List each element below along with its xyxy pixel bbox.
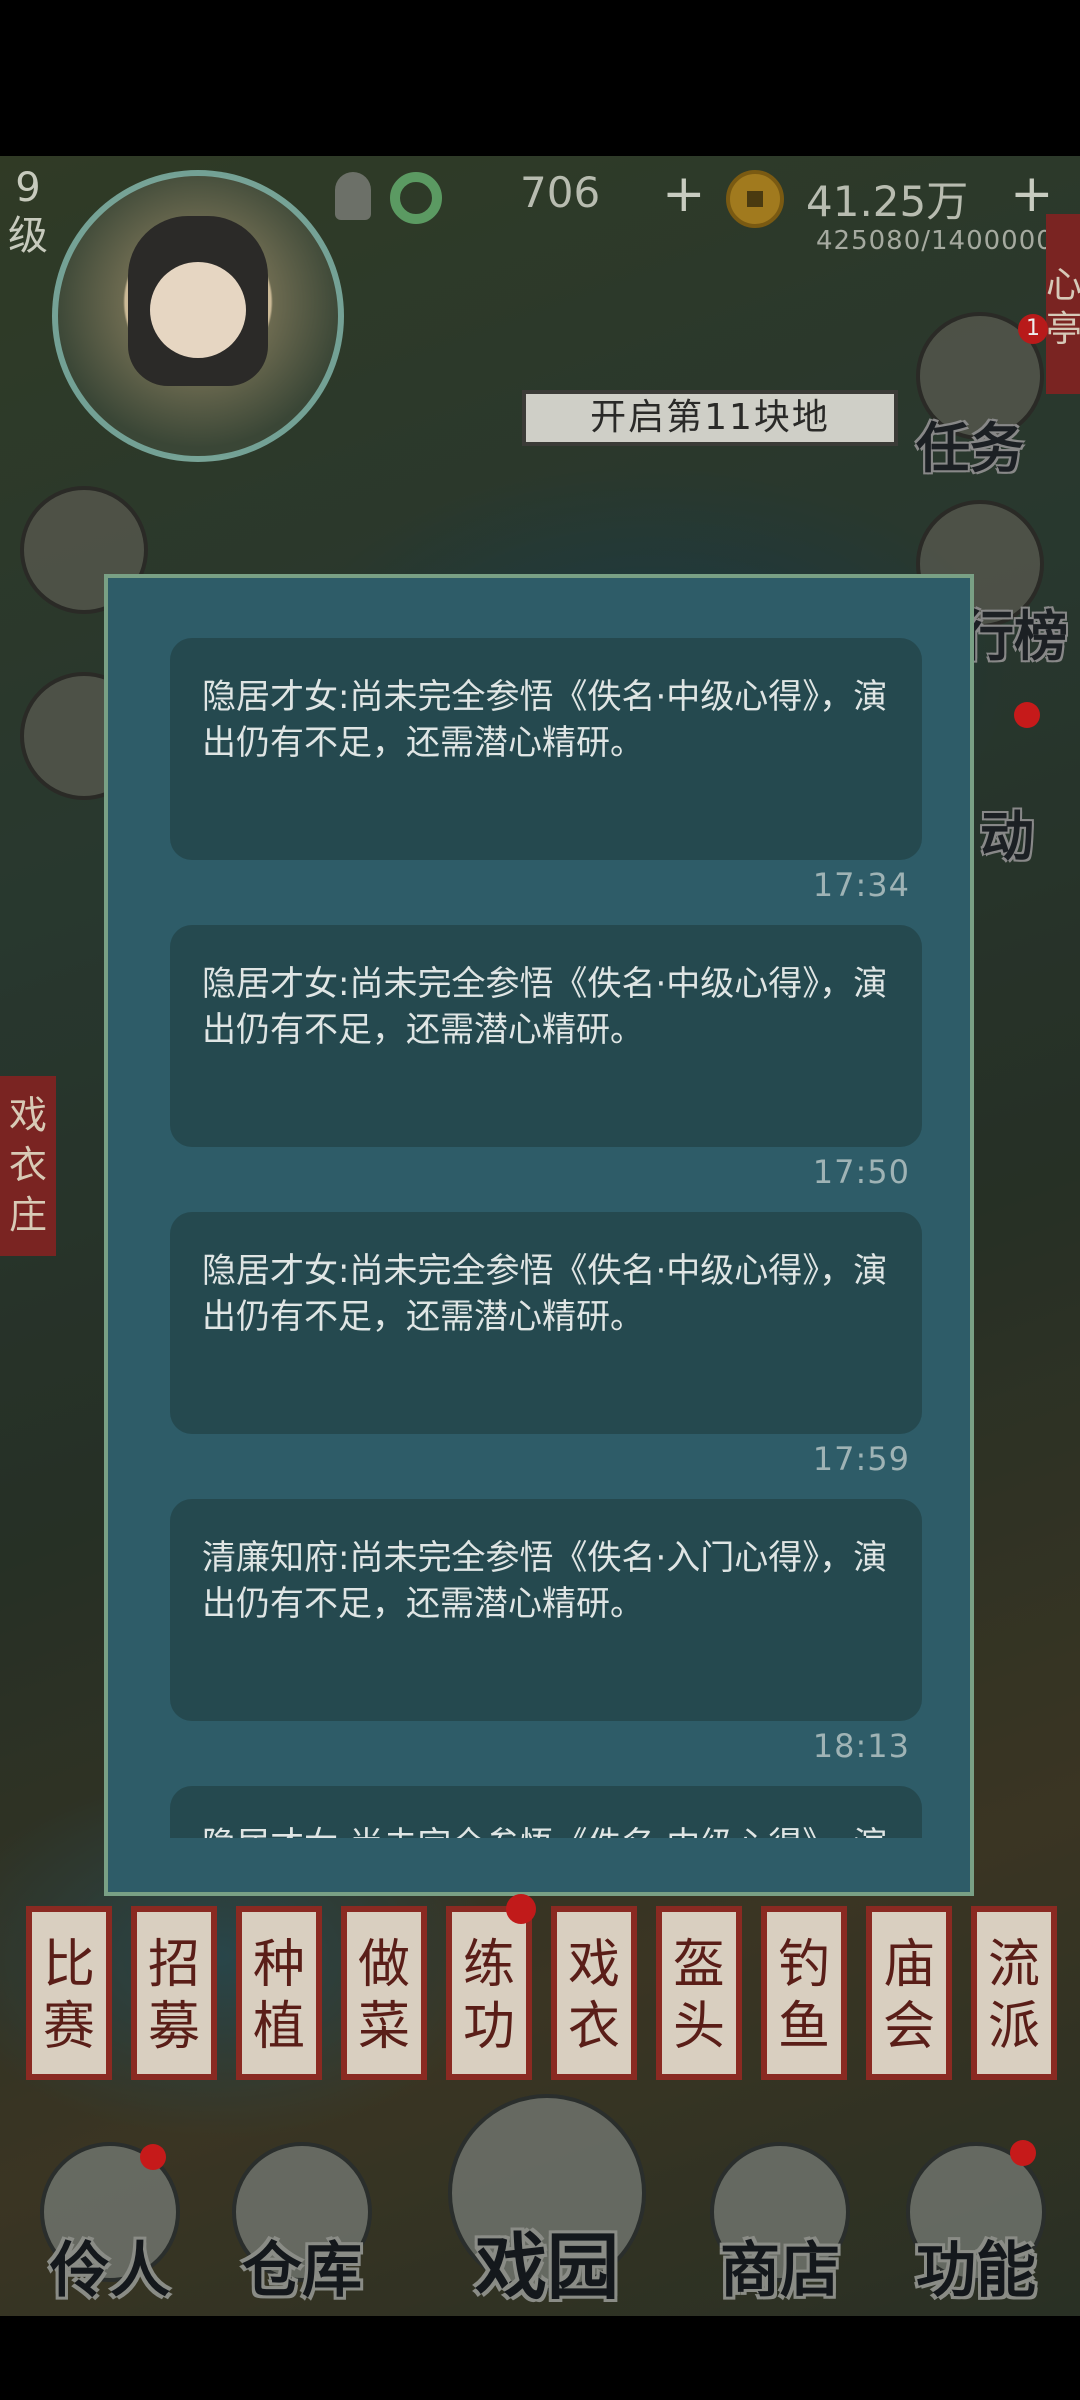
system-nav-area [0,2316,1080,2400]
message-time: 17:34 [812,866,910,904]
action-plant[interactable]: 种植 [236,1906,322,2080]
costume-shop-tag[interactable]: 戏 衣 庄 [0,1076,56,1256]
player-avatar[interactable] [52,170,344,462]
message-time: 17:50 [812,1153,910,1191]
message-bubble: 清廉知府:尚未完全参悟《佚名·入门心得》，演出仍有不足，还需潜心精研。 [170,1499,922,1721]
action-practice[interactable]: 练功 [446,1906,532,2080]
nav-warehouse[interactable]: 仓库 [222,2222,382,2309]
person-icon [335,172,371,220]
nav-functions[interactable]: 功能 [896,2222,1056,2309]
add-jade-button[interactable]: + [662,164,706,224]
message-bubble: 隐居才女:尚未完全参悟《佚名·中级心得》，演出仍有不足，还需潜心精研。 [170,1786,922,1838]
player-level: 9 级 [8,165,48,259]
action-cook[interactable]: 做菜 [341,1906,427,2080]
money-amount: 41.25万 [806,177,969,226]
list-item: 隐居才女:尚未完全参悟《佚名·中级心得》，演出仍有不足，还需潜心精研。 [170,1786,922,1838]
action-fishing[interactable]: 钓鱼 [761,1906,847,2080]
list-item: 清廉知府:尚未完全参悟《佚名·入门心得》，演出仍有不足，还需潜心精研。 18:1… [170,1499,922,1786]
practice-red-dot [506,1894,536,1924]
functions-red-dot [1010,2140,1036,2166]
action-school[interactable]: 流派 [971,1906,1057,2080]
activity-red-dot [1014,702,1040,728]
action-costume[interactable]: 戏衣 [551,1906,637,2080]
action-temple-fair[interactable]: 庙会 [866,1906,952,2080]
task-button[interactable]: 任务 [916,404,1024,483]
list-item: 隐居才女:尚未完全参悟《佚名·中级心得》，演出仍有不足，还需潜心精研。 17:5… [170,925,922,1212]
task-badge: 1 [1018,314,1048,344]
message-bubble: 隐居才女:尚未完全参悟《佚名·中级心得》，演出仍有不足，还需潜心精研。 [170,1212,922,1434]
coin-currency-icon [726,170,784,228]
jade-count: 706 [520,168,601,217]
jade-currency-icon [390,172,442,224]
message-list[interactable]: 隐居才女:尚未完全参悟《佚名·中级心得》，演出仍有不足，还需潜心精研。 17:3… [170,638,922,1838]
message-log-popup: 隐居才女:尚未完全参悟《佚名·中级心得》，演出仍有不足，还需潜心精研。 17:3… [104,574,974,1896]
action-recruit[interactable]: 招募 [131,1906,217,2080]
list-item: 隐居才女:尚未完全参悟《佚名·中级心得》，演出仍有不足，还需潜心精研。 17:5… [170,1212,922,1499]
exp-progress: 425080/1400000 [816,226,1054,256]
activity-button[interactable]: 动 [980,792,1034,871]
actors-red-dot [140,2144,166,2170]
action-competition[interactable]: 比赛 [26,1906,112,2080]
list-item: 隐居才女:尚未完全参悟《佚名·中级心得》，演出仍有不足，还需潜心精研。 17:3… [170,638,922,925]
nav-shop[interactable]: 商店 [700,2222,860,2309]
action-headdress[interactable]: 盔头 [656,1906,742,2080]
action-button-row: 比赛 招募 种植 做菜 练功 戏衣 盔头 钓鱼 庙会 流派 [24,1894,1064,2086]
side-tag-top[interactable]: 心 亭 [1046,214,1080,394]
nav-actors[interactable]: 伶人 [30,2222,190,2309]
message-time: 17:59 [812,1440,910,1478]
message-bubble: 隐居才女:尚未完全参悟《佚名·中级心得》，演出仍有不足，还需潜心精研。 [170,925,922,1147]
open-land-button[interactable]: 开启第11块地 [522,390,898,446]
rank-button[interactable]: 行榜 [960,592,1068,671]
message-bubble: 隐居才女:尚未完全参悟《佚名·中级心得》，演出仍有不足，还需潜心精研。 [170,638,922,860]
message-time: 18:13 [812,1727,910,1765]
nav-theater[interactable]: 戏园 [440,2208,654,2313]
